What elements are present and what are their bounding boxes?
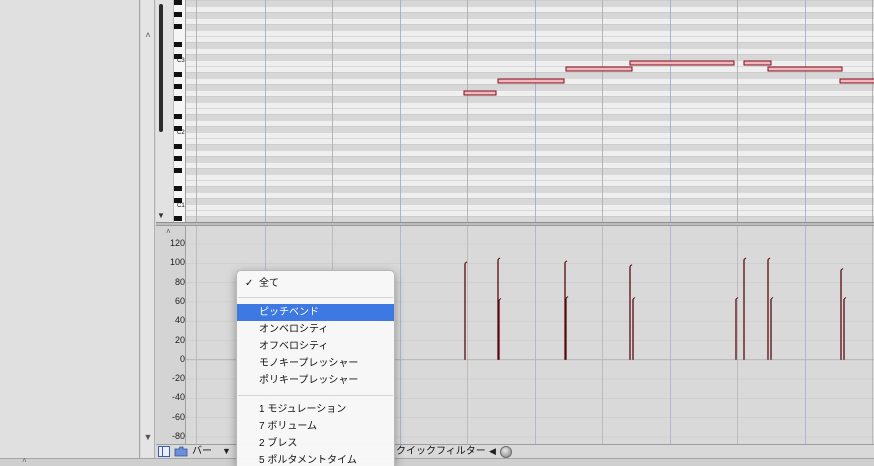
menu-item-note-on-velocity[interactable]: オンベロシティ bbox=[237, 321, 394, 338]
midi-note[interactable] bbox=[839, 78, 874, 84]
piano-black-key[interactable] bbox=[174, 54, 182, 59]
octave-label-c1: C1 bbox=[177, 203, 185, 209]
inspector-scrollbar[interactable]: ˄ ▼ bbox=[141, 0, 155, 458]
piano-roll-vertical-scrollbar[interactable]: ▼ bbox=[156, 0, 174, 222]
axis-tick-label: -40 bbox=[171, 392, 185, 403]
checkmark-icon: ✓ bbox=[245, 278, 254, 289]
menu-item-label: 2 ブレス bbox=[259, 438, 298, 449]
piano-black-key[interactable] bbox=[174, 84, 182, 89]
folder-icon[interactable] bbox=[174, 446, 188, 457]
menu-item-pitch-bend[interactable]: ピッチベンド bbox=[237, 304, 394, 321]
midi-note[interactable] bbox=[565, 66, 633, 72]
menu-item-label: オンベロシティ bbox=[259, 324, 329, 335]
axis-tick-label: 80 bbox=[174, 276, 185, 287]
view-mode-label[interactable]: バー bbox=[192, 445, 212, 458]
axis-tick-label: 20 bbox=[174, 334, 185, 345]
quick-filter-label[interactable]: クイックフィルター bbox=[396, 445, 486, 458]
axis-tick-label: 60 bbox=[174, 295, 185, 306]
resize-handle-icon[interactable]: ˄ bbox=[22, 456, 27, 465]
scroll-down-arrow-icon[interactable]: ▼ bbox=[143, 432, 153, 442]
piano-black-key[interactable] bbox=[174, 168, 182, 173]
menu-item-note-off-velocity[interactable]: オフベロシティ bbox=[237, 338, 394, 355]
axis-tick-label: -80 bbox=[171, 431, 185, 441]
menu-item-breath[interactable]: 2 ブレス bbox=[237, 435, 394, 452]
piano-black-key[interactable] bbox=[174, 0, 182, 5]
menu-item-label: モノキープレッシャー bbox=[259, 358, 359, 369]
piano-black-key[interactable] bbox=[174, 72, 182, 77]
menu-separator bbox=[238, 395, 393, 396]
scroll-up-arrow-icon[interactable]: ˄ bbox=[143, 30, 153, 40]
piano-black-key[interactable] bbox=[174, 156, 182, 161]
menu-item-label: ポリキープレッシャー bbox=[259, 375, 359, 386]
menu-item-channel-pressure[interactable]: モノキープレッシャー bbox=[237, 355, 394, 372]
inspector-panel bbox=[0, 0, 140, 458]
piano-black-key[interactable] bbox=[174, 198, 182, 203]
piano-black-key[interactable] bbox=[174, 126, 182, 131]
menu-item-label: ピッチベンド bbox=[259, 307, 319, 318]
menu-item-all[interactable]: ✓ 全て bbox=[237, 275, 394, 292]
axis-tick-label: -60 bbox=[171, 411, 185, 422]
layout-icon[interactable] bbox=[158, 446, 170, 457]
menu-item-label: 1 モジュレーション bbox=[259, 404, 347, 415]
menu-item-label: オフベロシティ bbox=[259, 341, 329, 352]
piano-roll: ▼ C3 C2 C1 bbox=[156, 0, 874, 222]
dropdown-arrow-icon[interactable]: ▼ bbox=[222, 445, 231, 458]
piano-keyboard[interactable]: C3 C2 C1 bbox=[174, 0, 186, 222]
piano-black-key[interactable] bbox=[174, 216, 182, 221]
menu-item-poly-pressure[interactable]: ポリキープレッシャー bbox=[237, 372, 394, 389]
midi-note[interactable] bbox=[743, 60, 772, 66]
axis-tick-label: 0 bbox=[179, 353, 185, 364]
status-strip: ˄ bbox=[0, 456, 874, 466]
piano-black-key[interactable] bbox=[174, 12, 182, 17]
midi-note[interactable] bbox=[497, 78, 565, 84]
axis-tick-label: -20 bbox=[171, 373, 185, 384]
midi-note[interactable] bbox=[463, 90, 497, 96]
menu-item-modulation[interactable]: 1 モジュレーション bbox=[237, 401, 394, 418]
menu-item-label: 5 ポルタメントタイム bbox=[259, 455, 357, 466]
midi-note[interactable] bbox=[629, 60, 735, 66]
axis-tick-label: 120 bbox=[169, 238, 185, 248]
piano-black-key[interactable] bbox=[174, 24, 182, 29]
editor-window: ˄ ▼ ▼ C3 C2 C1 ˄ 120 100 80 60 40 20 0 -20 -40 -6… bbox=[0, 0, 874, 466]
piano-black-key[interactable] bbox=[174, 186, 182, 191]
piano-black-key[interactable] bbox=[174, 114, 182, 119]
menu-item-label: 7 ボリューム bbox=[259, 421, 318, 432]
menu-separator bbox=[238, 297, 393, 298]
scroll-thumb[interactable] bbox=[159, 4, 163, 132]
controller-axis: ˄ 120 100 80 60 40 20 0 -20 -40 -60 -80 bbox=[156, 226, 186, 444]
midi-note[interactable] bbox=[767, 66, 843, 72]
menu-item-volume[interactable]: 7 ボリューム bbox=[237, 418, 394, 435]
filter-arrow-icon[interactable]: ◀ bbox=[489, 445, 496, 458]
axis-tick-label: 40 bbox=[174, 315, 185, 326]
collapse-arrow-icon[interactable]: ˄ bbox=[166, 227, 171, 236]
filter-knob-icon[interactable] bbox=[500, 446, 512, 458]
piano-black-key[interactable] bbox=[174, 42, 182, 47]
controller-type-menu: ✓ 全て ピッチベンド オンベロシティ オフベロシティ モノキープレッシャー ポ… bbox=[236, 270, 395, 466]
axis-tick-label: 100 bbox=[169, 257, 185, 268]
menu-item-label: 全て bbox=[259, 278, 279, 289]
piano-black-key[interactable] bbox=[174, 144, 182, 149]
piano-black-key[interactable] bbox=[174, 96, 182, 101]
note-grid[interactable] bbox=[186, 0, 874, 222]
scroll-down-arrow-icon[interactable]: ▼ bbox=[156, 212, 166, 220]
menu-item-portamento-time[interactable]: 5 ポルタメントタイム bbox=[237, 452, 394, 466]
